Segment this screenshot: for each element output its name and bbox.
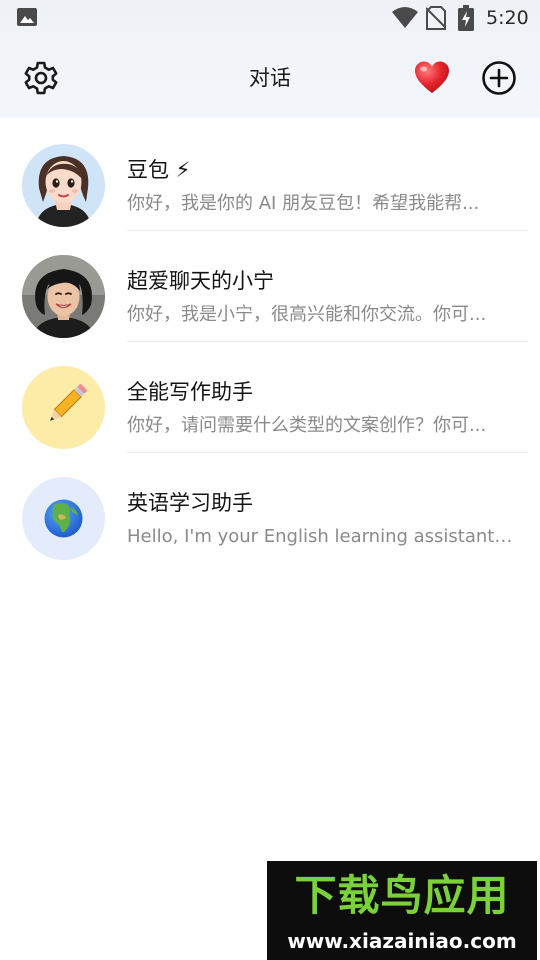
chat-name: 全能写作助手 (127, 380, 253, 404)
favorites-button[interactable] (412, 58, 452, 98)
watermark-logo: 下载鸟应用 www.xiazainiao.com (267, 861, 537, 960)
status-bar: 5:20 (0, 0, 540, 36)
chat-item-english-assistant[interactable]: 英语学习助手 Hello, I'm your English learning … (0, 451, 540, 562)
battery-charging-icon (458, 5, 474, 31)
heart-icon (415, 61, 449, 93)
status-time: 5:20 (486, 7, 529, 29)
pencil-avatar (22, 366, 105, 449)
chat-preview: Hello, I'm your English learning assista… (127, 526, 517, 547)
page-title: 对话 (249, 66, 291, 90)
chat-name: 超爱聊天的小宁 (127, 269, 274, 293)
chat-item-doubao[interactable]: 豆包 ⚡ 你好，我是你的 AI 朋友豆包！希望我能帮... (0, 118, 540, 231)
no-sim-icon (426, 6, 446, 30)
chat-name: 豆包 ⚡ (127, 158, 191, 182)
globe-avatar (22, 477, 105, 560)
photo-girl-avatar (22, 255, 105, 338)
chat-preview: 你好，请问需要什么类型的文案创作？你可... (127, 415, 487, 436)
chat-list: 豆包 ⚡ 你好，我是你的 AI 朋友豆包！希望我能帮... 超爱聊天的小宁 你好… (0, 118, 540, 562)
watermark-title: 下载鸟应用 (294, 871, 510, 920)
app-header: 对话 (0, 44, 540, 114)
add-circle-icon (482, 61, 516, 95)
chat-preview: 你好，我是你的 AI 朋友豆包！希望我能帮... (127, 193, 480, 214)
wifi-icon (392, 7, 418, 28)
chat-item-writing-assistant[interactable]: 全能写作助手 你好，请问需要什么类型的文案创作？你可... (0, 340, 540, 453)
cartoon-girl-avatar (22, 144, 105, 227)
watermark-url: www.xiazainiao.com (287, 929, 517, 953)
chat-preview: 你好，我是小宁，很高兴能和你交流。你可... (127, 304, 487, 325)
gallery-icon (17, 8, 37, 26)
chat-item-xiaoning[interactable]: 超爱聊天的小宁 你好，我是小宁，很高兴能和你交流。你可... (0, 229, 540, 342)
chat-name: 英语学习助手 (127, 491, 253, 515)
new-chat-button[interactable] (480, 59, 518, 97)
